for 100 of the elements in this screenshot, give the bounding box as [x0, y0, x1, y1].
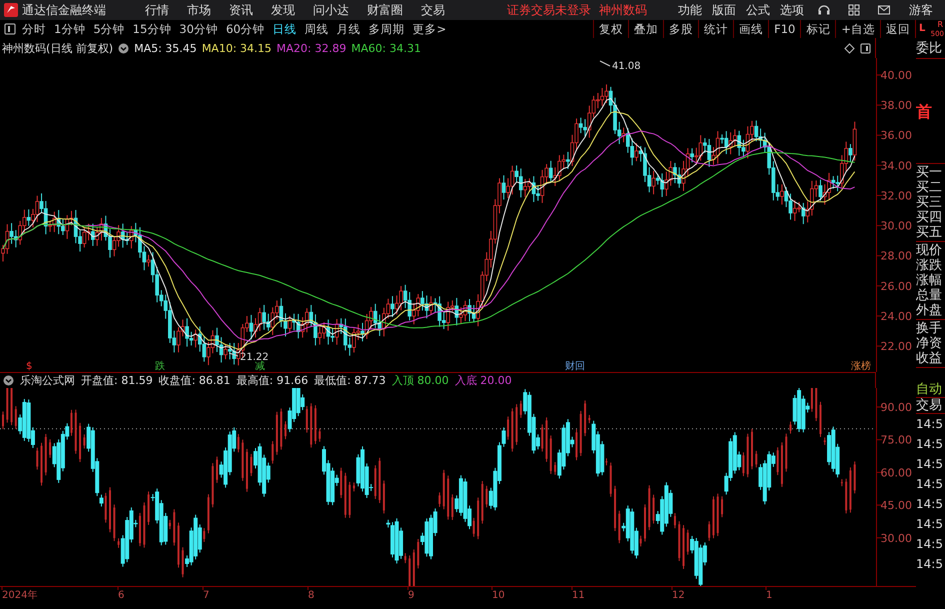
period-tab[interactable]: 分时 [18, 22, 50, 36]
indicator-value: 入顶 80.00 [392, 373, 449, 388]
indicator-axis-label: 30.00 [880, 532, 912, 545]
quote-label: 换手 [916, 321, 943, 336]
menu-item[interactable]: 选项 [775, 2, 809, 18]
panel-toggle-icon[interactable] [4, 23, 16, 35]
date-axis-label: 8 [308, 590, 314, 601]
status-label: 首 [916, 104, 932, 118]
date-axis-label: 10 [492, 590, 505, 601]
bid-ratio-label: 委比 [916, 40, 942, 56]
date-axis-label: 9 [408, 590, 414, 601]
indicator-axis-label: 75.00 [880, 434, 912, 447]
price-axis-label: 40.00 [880, 69, 912, 82]
menu-item[interactable]: 资讯 [220, 2, 262, 18]
trade-time: 14:5 [916, 517, 943, 531]
ma-value: MA5: 35.45 [134, 42, 197, 54]
indicator-name: 乐淘公式网 [20, 373, 75, 388]
quote-label: 买四 [916, 210, 943, 225]
quote-label: 涨幅 [916, 273, 943, 288]
quote-label: 买三 [916, 195, 943, 210]
right-label: R [937, 20, 943, 29]
menu-item[interactable]: 问小达 [304, 2, 358, 18]
app-title: 通达信金融终端 [22, 2, 106, 18]
quote-label: 买二 [916, 180, 943, 195]
login-notice[interactable]: 证券交易未登录 [507, 2, 591, 18]
menu-item[interactable]: 财富圈 [358, 2, 412, 18]
diamond-icon[interactable] [844, 42, 855, 54]
date-axis-label: 7 [203, 590, 210, 601]
price-axis-label: 24.00 [880, 310, 912, 323]
indicator-value: 入底 20.00 [454, 373, 512, 388]
trade-time: 14:5 [916, 537, 943, 551]
menu-item[interactable]: 行情 [136, 2, 178, 18]
quote-label: 现价 [916, 243, 943, 258]
price-axis-label: 32.00 [880, 189, 912, 202]
date-axis-label: 2024年 [2, 590, 38, 601]
quote-label: 涨跌 [916, 258, 943, 273]
price-axis-label: 22.00 [880, 340, 912, 354]
chevron-circle-icon[interactable] [118, 42, 130, 54]
panel-icon[interactable] [860, 42, 871, 54]
chevron-circle-icon[interactable] [3, 375, 14, 386]
chart-title: 神州数码(日线 前复权) [2, 40, 114, 56]
price-axis-label: 38.00 [880, 99, 912, 112]
menu-item[interactable]: 市场 [178, 2, 220, 18]
period-tab[interactable]: 周线 [300, 22, 333, 36]
period-tab[interactable]: 1分钟 [50, 22, 90, 36]
price-axis-label: 28.00 [880, 250, 912, 263]
trade-time: 14:5 [916, 457, 943, 471]
high-price-label: 41.08 [600, 60, 641, 72]
event-marker[interactable]: 跌 [155, 361, 165, 372]
indicator-axis-label: 60.00 [880, 466, 912, 480]
event-marker[interactable]: 涨榜 [851, 361, 871, 372]
indicator-value: 开盘值: 81.59 [81, 373, 153, 388]
date-axis-label: 12 [672, 590, 685, 601]
quote-label: 买一 [916, 165, 943, 180]
auto-label[interactable]: 自动 [916, 382, 942, 397]
logo-icon [4, 3, 18, 17]
indicator-value: 最高值: 91.66 [236, 373, 308, 388]
indicator-axis-label: 45.00 [880, 499, 912, 512]
stock-name: 神州数码 [599, 2, 647, 18]
period-tab[interactable]: 15分钟 [128, 22, 176, 36]
period-tab[interactable]: 60分钟 [222, 22, 269, 36]
price-axis-label: 30.00 [880, 220, 912, 233]
price-axis-label: 26.00 [880, 280, 912, 293]
quote-label: 外盘 [916, 303, 943, 318]
date-axis-label: 11 [572, 590, 585, 601]
mail-icon[interactable] [877, 3, 891, 17]
period-tab[interactable]: 多周期 [364, 22, 409, 36]
trade-time: 14:5 [916, 477, 943, 491]
ma-value: MA20: 32.89 [276, 42, 346, 54]
indicator-value: 最低值: 87.73 [314, 373, 386, 388]
menu-item[interactable]: 公式 [741, 2, 775, 18]
left-label: L [919, 23, 926, 36]
trade-time: 14:5 [916, 557, 943, 571]
menu-item[interactable]: 版面 [707, 2, 741, 18]
date-axis-label: 6 [118, 590, 124, 601]
menu-item[interactable]: 交易 [412, 2, 454, 18]
grid-icon[interactable] [847, 3, 861, 17]
menu-item[interactable]: 发现 [262, 2, 304, 18]
event-marker[interactable]: 减 [255, 361, 265, 372]
event-marker[interactable]: $ [26, 361, 32, 372]
event-marker[interactable]: 财回 [565, 361, 585, 372]
headset-icon[interactable] [817, 3, 831, 17]
period-tab[interactable]: 更多> [408, 22, 450, 36]
period-tab[interactable]: 5分钟 [89, 22, 129, 36]
period-tab[interactable]: 月线 [332, 22, 365, 36]
price-axis-label: 36.00 [880, 129, 912, 142]
date-axis-label: 1 [766, 590, 772, 601]
menu-item[interactable]: 功能 [673, 2, 707, 18]
period-tab[interactable]: 日线 [268, 22, 301, 36]
trade-time: 14:5 [916, 437, 943, 451]
quote-label: 买五 [916, 225, 943, 240]
ma-value: MA10: 34.15 [202, 42, 272, 54]
trade-label: 交易 [916, 398, 942, 413]
trade-time: 14:5 [916, 417, 943, 431]
price-axis-label: 34.00 [880, 159, 912, 172]
quote-label: 收益 [916, 351, 943, 366]
user-label[interactable]: 游客 [909, 2, 933, 18]
trade-time: 14:5 [916, 497, 943, 511]
period-tab[interactable]: 30分钟 [175, 22, 222, 36]
quote-label: 总量 [916, 288, 943, 303]
